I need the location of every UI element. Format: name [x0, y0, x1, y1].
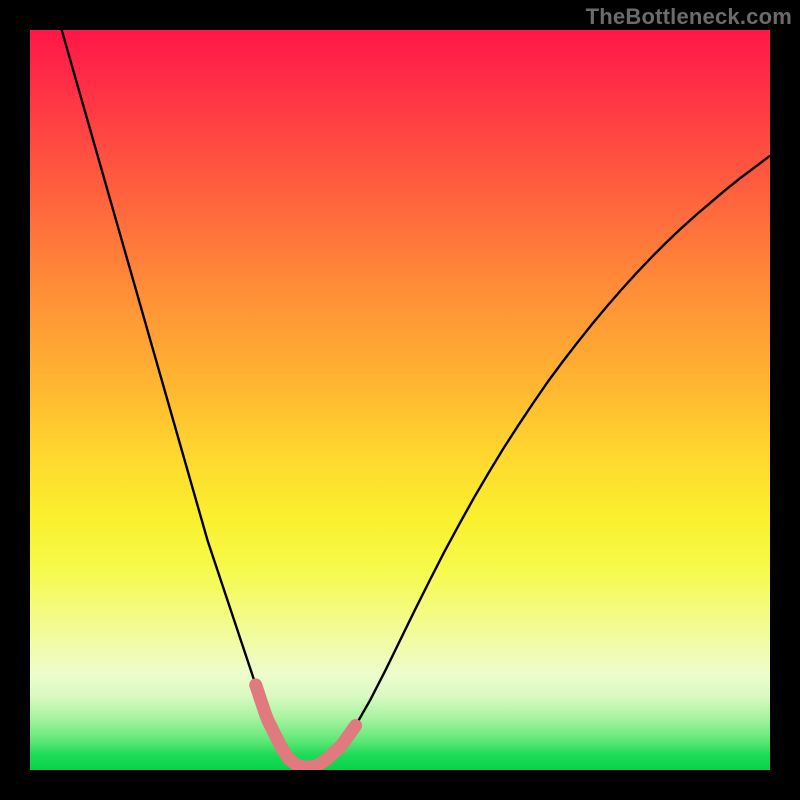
- curve-highlight: [256, 685, 356, 767]
- bottleneck-curve: [30, 30, 770, 770]
- plot-area: [30, 30, 770, 770]
- curve-path: [30, 30, 770, 767]
- watermark-text: TheBottleneck.com: [586, 4, 792, 30]
- chart-frame: TheBottleneck.com: [0, 0, 800, 800]
